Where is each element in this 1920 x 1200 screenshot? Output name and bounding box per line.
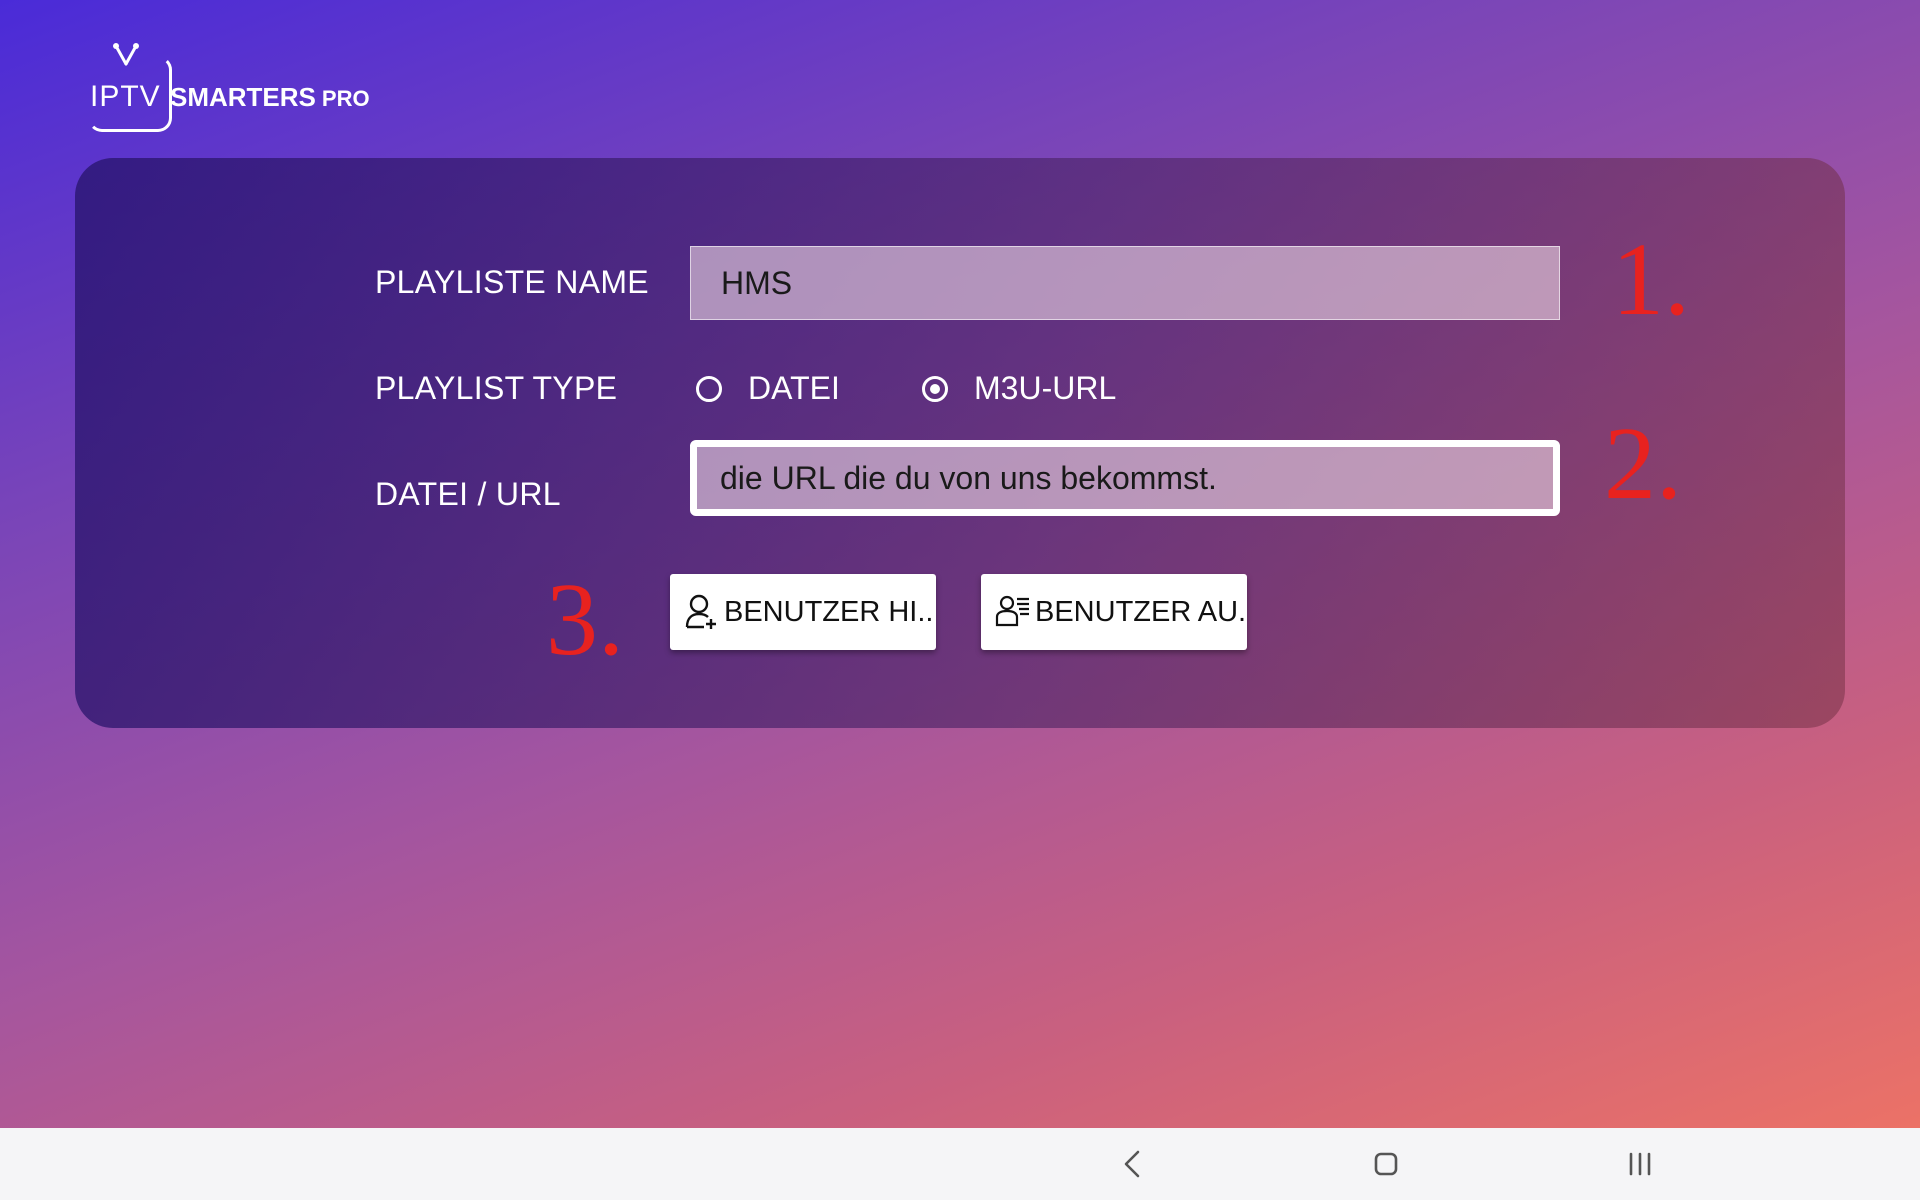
radio-m3u-url[interactable]: M3U-URL <box>922 370 1116 407</box>
home-icon[interactable] <box>1372 1146 1400 1182</box>
list-users-label: BENUTZER AU.. <box>1035 595 1247 628</box>
logo-iptv-text: IPTV <box>90 80 161 113</box>
radio-datei[interactable]: DATEI <box>696 370 840 407</box>
annotation-step-3: 3. <box>546 562 624 677</box>
playlist-name-input[interactable]: HMS <box>690 246 1560 320</box>
playlist-name-value: HMS <box>721 264 793 301</box>
user-list-icon <box>995 595 1029 627</box>
annotation-step-1: 1. <box>1612 222 1690 337</box>
logo-smarters-word: SMARTERS <box>170 82 316 112</box>
add-user-button[interactable]: BENUTZER HI.. <box>670 574 936 650</box>
playlist-name-label: PLAYLISTE NAME <box>375 264 649 300</box>
playlist-type-label: PLAYLIST TYPE <box>375 370 618 406</box>
logo-pro-word: PRO <box>321 86 370 111</box>
file-url-label: DATEI / URL <box>375 476 561 512</box>
radio-m3u-url-label: M3U-URL <box>974 370 1117 406</box>
list-users-button[interactable]: BENUTZER AU.. <box>981 574 1247 650</box>
radio-m3u-url-circle-icon <box>922 375 948 402</box>
system-navigation-bar <box>0 1128 1920 1200</box>
radio-datei-label: DATEI <box>748 370 840 406</box>
file-url-input[interactable]: die URL die du von uns bekommst. <box>690 440 1560 516</box>
radio-datei-circle-icon <box>696 375 722 402</box>
add-user-label: BENUTZER HI.. <box>724 595 934 628</box>
file-url-value: die URL die du von uns bekommst. <box>720 459 1217 496</box>
logo-smarters-text: SMARTERS PRO <box>170 82 370 113</box>
back-icon[interactable] <box>1120 1146 1144 1182</box>
recents-icon[interactable] <box>1626 1146 1654 1182</box>
app-logo: IPTV SMARTERS PRO <box>88 42 408 132</box>
annotation-step-2: 2. <box>1604 406 1682 521</box>
add-user-icon <box>685 594 716 629</box>
